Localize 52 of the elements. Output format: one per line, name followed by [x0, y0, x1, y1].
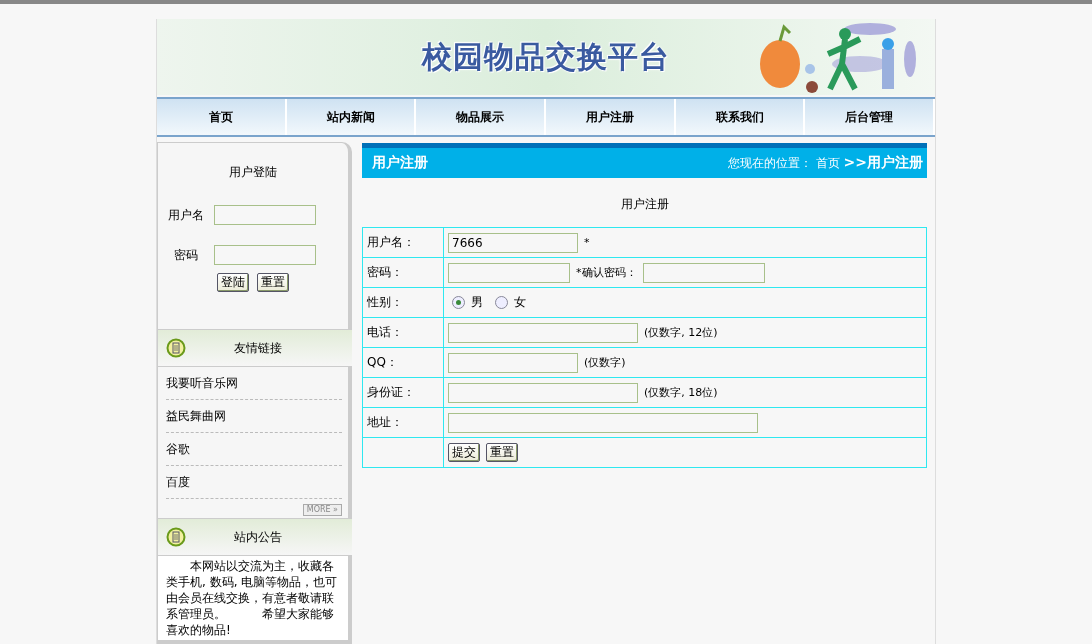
form-button[interactable]: 提交: [448, 443, 480, 462]
field-label: 性别：: [367, 295, 403, 309]
input-field[interactable]: 7666: [448, 232, 578, 253]
radio-label: 男: [471, 294, 483, 311]
notepad-icon: [166, 527, 186, 547]
radio-button[interactable]: [452, 296, 465, 309]
nav-link[interactable]: 后台管理: [805, 99, 936, 135]
field-label: 用户名: [167, 206, 205, 224]
section-title: 友情链接: [233, 339, 283, 357]
field-hint: (仅数字, 12位): [644, 326, 718, 339]
field-hint: *: [584, 236, 590, 249]
nav-link[interactable]: 站内新闻: [286, 99, 417, 135]
breadcrumb-current: >>用户注册: [843, 154, 923, 172]
field-hint: (仅数字, 18位): [644, 386, 718, 399]
confirm-password-field[interactable]: [642, 262, 765, 283]
form-button[interactable]: 重置: [486, 443, 518, 462]
nav-link[interactable]: 首页: [157, 99, 287, 135]
field-label: 用户名：: [367, 235, 415, 249]
site-title: 校园物品交换平台: [422, 37, 670, 76]
field-label: 密码: [173, 246, 199, 264]
content-title: 用户注册: [372, 154, 428, 172]
input-field[interactable]: [448, 322, 638, 343]
field-label: 电话：: [367, 325, 403, 339]
input-field[interactable]: [448, 352, 578, 373]
radio-label: 女: [514, 294, 526, 311]
section-title: 站内公告: [233, 528, 283, 546]
nav-link[interactable]: 用户注册: [546, 99, 676, 135]
notice-text: 本网站以交流为主，收藏各类手机, 数码, 电脑等物品，也可由会员在线交换，有意者敬请联系管理员。 希望大家能够喜欢的物品!: [166, 558, 339, 638]
login-title: 用户登陆: [228, 164, 278, 181]
input-field[interactable]: [214, 245, 316, 265]
nav-link[interactable]: 物品展示: [416, 99, 546, 135]
field-hint: (仅数字): [584, 356, 626, 369]
password-field[interactable]: [448, 262, 570, 283]
notepad-icon: [166, 338, 186, 358]
friend-link[interactable]: 益民舞曲网: [166, 400, 342, 433]
input-field[interactable]: [448, 382, 638, 403]
radio-button[interactable]: [495, 296, 508, 309]
field-label: 地址：: [367, 415, 403, 429]
field-label: 身份证：: [367, 385, 415, 399]
friend-link[interactable]: 谷歌: [166, 433, 342, 466]
form-button[interactable]: 登陆: [217, 273, 249, 292]
nav-link[interactable]: 联系我们: [675, 99, 806, 135]
input-field[interactable]: [214, 205, 316, 225]
friend-link[interactable]: 百度: [166, 466, 342, 499]
friend-link[interactable]: 我要听音乐网: [166, 367, 342, 400]
form-title: 用户注册: [619, 196, 670, 213]
field-label: *确认密码：: [576, 266, 637, 279]
input-field[interactable]: [448, 412, 758, 433]
form-button[interactable]: 重置: [257, 273, 289, 292]
breadcrumb-label: 您现在的位置：: [727, 154, 812, 172]
field-label: 密码：: [367, 265, 403, 279]
field-label: QQ：: [367, 355, 398, 369]
